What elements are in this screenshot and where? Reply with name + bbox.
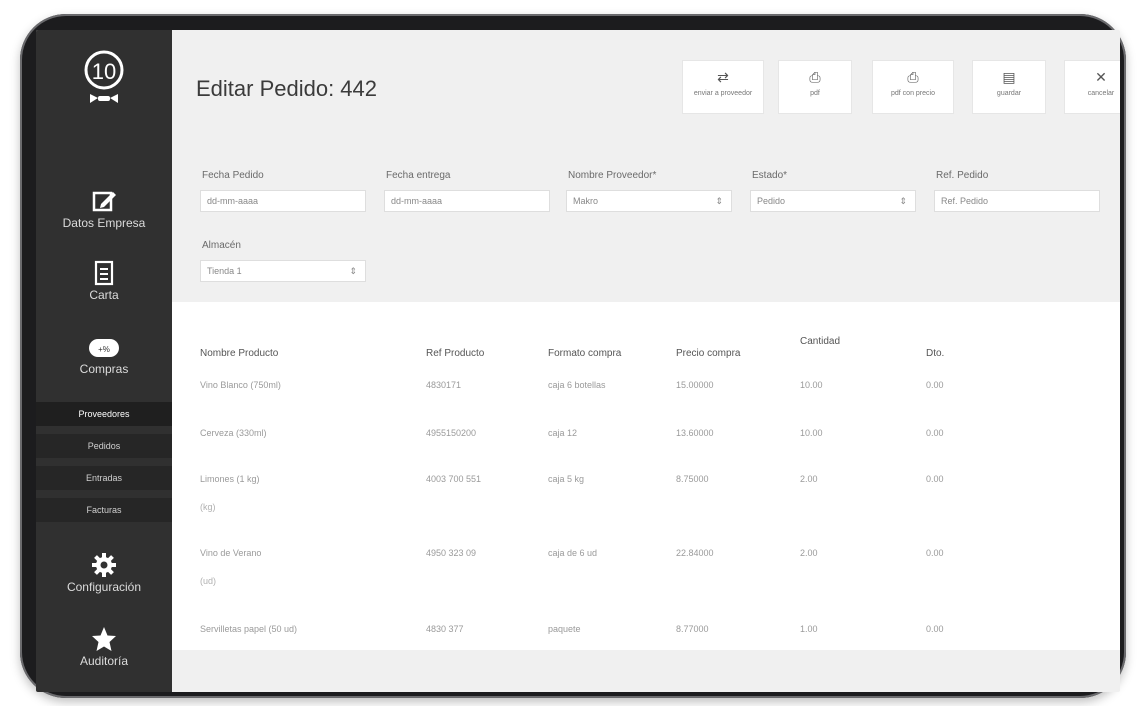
almacen-select[interactable]: Tienda 1 ⇕	[200, 260, 366, 282]
product-format: caja 5 kg	[548, 474, 585, 484]
product-ref: 4830171	[426, 380, 462, 390]
sidebar: 10 Datos Empresa Carta +% Compras Provee…	[36, 30, 172, 692]
main-content: Editar Pedido: 442 ⇄ enviar a proveedor …	[172, 30, 1120, 692]
sidebar-subitem-pedidos[interactable]: Pedidos	[36, 434, 172, 458]
product-ref: 4955150200	[426, 428, 477, 438]
app-screen: 10 Datos Empresa Carta +% Compras Provee…	[36, 30, 1120, 692]
product-ref: 4950 323 09	[426, 548, 477, 558]
product-price: 8.77000	[676, 624, 709, 634]
app-logo[interactable]: 10	[78, 48, 130, 110]
column-header: Nombre Producto	[200, 348, 279, 359]
ref-pedido-input[interactable]: Ref. Pedido	[934, 190, 1100, 212]
document-icon	[94, 260, 114, 286]
logo-text: 10	[92, 59, 116, 84]
estado-select[interactable]: Pedido ⇕	[750, 190, 916, 212]
column-header: Cantidad	[800, 336, 841, 347]
product-name: Vino Blanco (750ml)	[200, 380, 281, 390]
column-header: Precio compra	[676, 348, 741, 359]
select-caret-icon: ⇕	[715, 196, 723, 206]
sidebar-subitem-entradas[interactable]: Entradas	[36, 466, 172, 490]
edit-icon	[92, 191, 116, 212]
product-price: 15.00000	[676, 380, 714, 390]
compras-badge-text: +%	[98, 345, 110, 354]
product-discount[interactable]: 0.00	[926, 624, 944, 634]
product-quantity[interactable]: 2.00	[800, 474, 818, 484]
product-name: Cerveza (330ml)	[200, 428, 267, 438]
close-icon: ✕	[1095, 69, 1107, 85]
product-quantity[interactable]: 10.00	[800, 380, 823, 390]
product-quantity[interactable]: 2.00	[800, 548, 818, 558]
product-unit: (ud)	[200, 576, 217, 586]
product-ref: 4830 377	[426, 624, 464, 634]
sidebar-item-label: Configuración	[66, 580, 142, 594]
sidebar-subitem-facturas[interactable]: Facturas	[36, 498, 172, 522]
pdf-button[interactable]: ⎙ pdf	[778, 60, 852, 114]
select-caret-icon: ⇕	[899, 196, 907, 206]
product-discount[interactable]: 0.00	[926, 380, 944, 390]
sidebar-subitem-proveedores[interactable]: Proveedores	[36, 402, 172, 426]
product-name: Vino de Verano	[200, 548, 262, 558]
product-discount[interactable]: 0.00	[926, 428, 944, 438]
fecha-pedido-input[interactable]: dd-mm-aaaa	[200, 190, 366, 212]
products-table: Nombre Producto Ref Producto Formato com…	[172, 302, 1120, 650]
pdf-price-icon: ⎙	[907, 69, 919, 85]
estado-label: Estado*	[752, 170, 788, 181]
fecha-pedido-label: Fecha Pedido	[202, 170, 264, 181]
sidebar-item-auditoria[interactable]: Auditoría	[36, 626, 172, 668]
page-title: Editar Pedido: 442	[196, 76, 378, 101]
cancel-button[interactable]: ✕ cancelar	[1064, 60, 1120, 114]
almacen-label: Almacén	[202, 240, 241, 251]
product-discount[interactable]: 0.00	[926, 548, 944, 558]
product-format: paquete	[548, 624, 581, 634]
product-format: caja 12	[548, 428, 578, 438]
star-icon	[92, 627, 116, 651]
fecha-entrega-input[interactable]: dd-mm-aaaa	[384, 190, 550, 212]
sidebar-item-label: Compras	[79, 362, 129, 376]
product-unit: (kg)	[200, 502, 216, 512]
fecha-entrega-label: Fecha entrega	[386, 170, 451, 181]
select-caret-icon: ⇕	[349, 266, 357, 276]
sidebar-item-compras[interactable]: +% Compras	[36, 336, 172, 376]
pdf-with-price-button[interactable]: ⎙ pdf con precio	[872, 60, 954, 114]
product-name: Limones (1 kg)	[200, 474, 260, 484]
product-ref: 4003 700 551	[426, 474, 482, 484]
gear-icon	[92, 553, 116, 577]
ref-pedido-label: Ref. Pedido	[936, 170, 989, 181]
product-quantity[interactable]: 10.00	[800, 428, 823, 438]
pdf-icon: ⎙	[809, 69, 821, 85]
column-header: Ref Producto	[426, 348, 485, 359]
product-quantity[interactable]: 1.00	[800, 624, 818, 634]
sidebar-item-label: Carta	[89, 288, 119, 302]
sidebar-item-datos-empresa[interactable]: Datos Empresa	[36, 188, 172, 230]
product-price: 13.60000	[676, 428, 714, 438]
cart-badge-icon: +%	[89, 339, 119, 357]
product-price: 8.75000	[676, 474, 709, 484]
save-button[interactable]: ▤ guardar	[972, 60, 1046, 114]
product-price: 22.84000	[676, 548, 714, 558]
column-header: Formato compra	[548, 348, 622, 359]
product-name: Servilletas papel (50 ud)	[200, 624, 298, 634]
product-format: caja 6 botellas	[548, 380, 606, 390]
sidebar-item-configuracion[interactable]: Configuración	[36, 552, 172, 594]
sidebar-item-label: Datos Empresa	[62, 216, 146, 230]
column-header: Dto.	[926, 348, 945, 359]
product-discount[interactable]: 0.00	[926, 474, 944, 484]
product-format: caja de 6 ud	[548, 548, 598, 558]
send-to-supplier-button[interactable]: ⇄ enviar a proveedor	[682, 60, 764, 114]
sidebar-item-carta[interactable]: Carta	[36, 260, 172, 302]
proveedor-label: Nombre Proveedor*	[568, 170, 657, 181]
send-icon: ⇄	[717, 69, 729, 85]
sidebar-item-label: Auditoría	[79, 654, 129, 668]
proveedor-select[interactable]: Makro ⇕	[566, 190, 732, 212]
save-icon: ▤	[1002, 69, 1016, 85]
